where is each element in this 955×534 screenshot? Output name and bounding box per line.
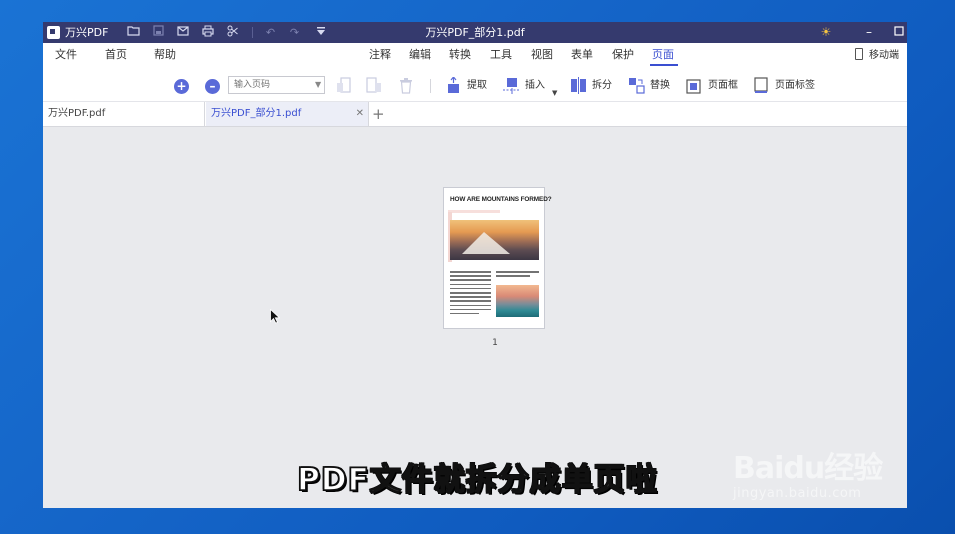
watermark-brand: Baidu经验: [733, 451, 883, 486]
page-box-button[interactable]: 页面框: [686, 76, 738, 96]
menu-tools[interactable]: 工具: [490, 47, 512, 63]
split-button[interactable]: 拆分: [570, 76, 612, 96]
thumbnail-heading: HOW ARE MOUNTAINS FORMED?: [450, 196, 552, 203]
thumbnail-text-right: [496, 271, 539, 279]
menu-convert[interactable]: 转换: [449, 47, 471, 63]
thumbnail-decoration: [448, 210, 500, 213]
rotate-right-page-icon[interactable]: [366, 77, 382, 94]
page-box-label: 页面框: [708, 80, 738, 91]
menu-bar: 文件 首页 帮助 注释 编辑 转换 工具 视图 表单 保护 页面 移动端: [43, 43, 907, 67]
mobile-button[interactable]: 移动端: [855, 48, 899, 63]
page-thumbnail[interactable]: HOW ARE MOUNTAINS FORMED?: [443, 187, 552, 329]
menu-file[interactable]: 文件: [55, 47, 77, 63]
tab-document[interactable]: 万兴PDF.pdf: [43, 102, 205, 126]
mobile-label: 移动端: [869, 50, 899, 61]
menu-page[interactable]: 页面: [652, 47, 674, 63]
menu-forms[interactable]: 表单: [571, 47, 593, 63]
page-label-button[interactable]: 页面标签: [753, 76, 815, 96]
insert-dropdown-icon[interactable]: ▼: [552, 89, 557, 97]
page-label-label: 页面标签: [775, 80, 815, 91]
extract-button[interactable]: 提取: [445, 75, 487, 96]
minimize-button[interactable]: –: [859, 24, 879, 41]
replace-label: 替换: [650, 80, 670, 91]
page-box-icon: [686, 77, 703, 94]
delete-page-icon[interactable]: [398, 77, 414, 94]
insert-label: 插入: [525, 80, 545, 91]
chevron-down-icon[interactable]: ▼: [315, 81, 321, 89]
split-icon: [570, 76, 587, 94]
menu-view[interactable]: 视图: [531, 47, 553, 63]
tab-label: 万兴PDF.pdf: [48, 108, 106, 119]
toolbar-separator: [430, 79, 431, 93]
insert-icon: [503, 77, 520, 94]
active-menu-indicator: [650, 64, 678, 66]
split-label: 拆分: [592, 80, 612, 91]
tab-label: 万兴PDF_部分1.pdf: [211, 108, 302, 119]
page-label-icon: [753, 76, 770, 94]
mouse-cursor-icon: [270, 308, 281, 328]
page-toolbar: + – ▼ 提取 插入 ▼ 拆分: [43, 67, 907, 102]
phone-icon: [855, 48, 863, 60]
extract-icon: [445, 75, 462, 94]
menu-edit[interactable]: 编辑: [409, 47, 431, 63]
menu-annotate[interactable]: 注释: [369, 47, 391, 63]
replace-button[interactable]: 替换: [628, 76, 670, 96]
document-tabs: 万兴PDF.pdf 万兴PDF_部分1.pdf ✕ +: [43, 102, 907, 127]
lake-photo: [496, 285, 539, 317]
window-title: 万兴PDF_部分1.pdf: [425, 26, 525, 39]
rotate-left-page-icon[interactable]: [336, 77, 352, 94]
thumbnail-text-left: [450, 271, 491, 317]
maximize-button[interactable]: [889, 24, 907, 41]
extract-label: 提取: [467, 80, 487, 91]
pdf-app-window: 万兴PDF ↶ ↷ 万兴PDF_部分1.pdf ☀ – 文件 首页 帮助 注释 …: [43, 22, 907, 508]
tab-document-active[interactable]: 万兴PDF_部分1.pdf ✕: [206, 102, 369, 126]
baidu-watermark: Baidu经验 jingyan.baidu.com: [733, 451, 883, 502]
theme-sun-icon[interactable]: ☀: [816, 24, 836, 41]
page-number-input[interactable]: [228, 76, 325, 94]
insert-button[interactable]: 插入: [503, 76, 545, 96]
menu-help[interactable]: 帮助: [154, 47, 176, 63]
watermark-url: jingyan.baidu.com: [733, 486, 862, 501]
mountain-photo: [450, 220, 539, 260]
menu-home[interactable]: 首页: [105, 47, 127, 63]
title-bar: 万兴PDF ↶ ↷ 万兴PDF_部分1.pdf ☀ –: [43, 22, 907, 43]
page-number: 1: [492, 338, 498, 348]
zoom-in-icon[interactable]: +: [174, 79, 189, 94]
add-tab-icon[interactable]: +: [372, 102, 385, 126]
zoom-out-icon[interactable]: –: [205, 79, 220, 94]
close-icon[interactable]: ✕: [356, 102, 364, 126]
replace-icon: [628, 77, 645, 94]
menu-protect[interactable]: 保护: [612, 47, 634, 63]
